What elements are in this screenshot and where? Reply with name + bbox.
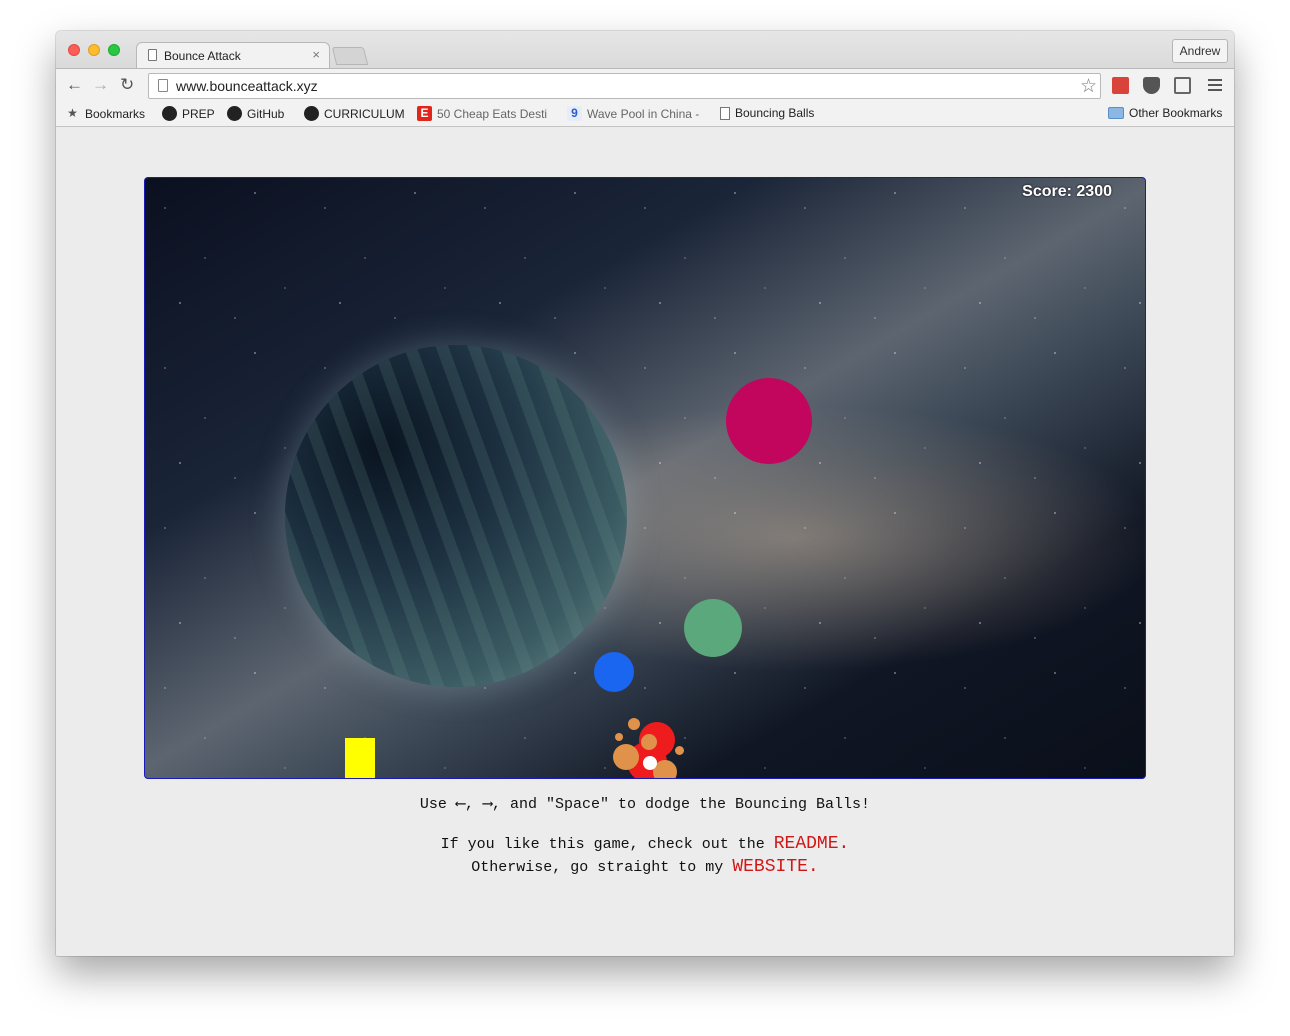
site-icon: 9 bbox=[567, 106, 582, 121]
page-icon bbox=[148, 49, 157, 61]
new-tab-button[interactable] bbox=[331, 47, 369, 65]
close-window-button[interactable] bbox=[68, 44, 80, 56]
bookmarks-bar: ★ Bookmarks PREP GitHub CURRICULUM E 50 … bbox=[56, 102, 1234, 127]
profile-button[interactable]: Andrew bbox=[1172, 39, 1228, 63]
reload-icon[interactable]: ↻ bbox=[120, 75, 134, 95]
pocket-icon[interactable] bbox=[1143, 77, 1160, 94]
tab-title: Bounce Attack bbox=[164, 49, 241, 63]
website-link[interactable]: WEBSITE. bbox=[732, 857, 818, 877]
star-icon: ★ bbox=[67, 106, 78, 120]
bookmark-bouncing-balls[interactable]: Bouncing Balls bbox=[720, 106, 814, 120]
bookmark-github[interactable]: GitHub bbox=[227, 106, 284, 121]
url-text[interactable]: www.bounceattack.xyz bbox=[176, 78, 318, 94]
bookmark-star-icon[interactable]: ☆ bbox=[1080, 75, 1097, 98]
links-section: If you like this game, check out the REA… bbox=[56, 833, 1234, 879]
page-content: Score: 2300 Use ⟵, ⟶, and "Space" to dod… bbox=[56, 128, 1234, 956]
address-bar[interactable]: www.bounceattack.xyz ☆ bbox=[148, 73, 1101, 99]
player-block bbox=[345, 738, 375, 778]
bookmarks-apps[interactable]: ★ Bookmarks bbox=[65, 106, 145, 121]
score-display: Score: 2300 bbox=[1022, 183, 1112, 200]
github-icon bbox=[304, 106, 319, 121]
browser-window: Bounce Attack × Andrew ← → ↻ www.bouncea… bbox=[56, 31, 1234, 956]
tab-bounce-attack[interactable]: Bounce Attack × bbox=[136, 42, 330, 68]
tab-close-icon[interactable]: × bbox=[312, 47, 320, 62]
page-icon bbox=[720, 106, 730, 120]
game-canvas[interactable]: Score: 2300 bbox=[144, 177, 1146, 779]
bookmark-wave-pool[interactable]: 9 Wave Pool in China - bbox=[567, 106, 699, 121]
folder-icon bbox=[1108, 107, 1124, 119]
bookmark-cheap-eats[interactable]: E 50 Cheap Eats Desti bbox=[417, 106, 547, 121]
github-icon bbox=[162, 106, 177, 121]
readme-link[interactable]: README. bbox=[774, 834, 850, 854]
magenta-ball bbox=[726, 378, 812, 464]
back-icon[interactable]: ← bbox=[66, 75, 83, 95]
bookmark-curriculum[interactable]: CURRICULUM bbox=[304, 106, 405, 121]
cast-icon[interactable] bbox=[1174, 77, 1191, 94]
green-ball bbox=[684, 599, 742, 657]
website-line: Otherwise, go straight to my WEBSITE. bbox=[471, 857, 819, 877]
menu-icon[interactable] bbox=[1208, 79, 1222, 94]
forward-icon[interactable]: → bbox=[92, 75, 109, 95]
github-icon bbox=[227, 106, 242, 121]
bookmark-extension-icon[interactable] bbox=[1112, 77, 1129, 94]
other-bookmarks[interactable]: Other Bookmarks bbox=[1108, 106, 1222, 120]
minimize-window-button[interactable] bbox=[88, 44, 100, 56]
toolbar: ← → ↻ www.bounceattack.xyz ☆ bbox=[56, 68, 1234, 102]
readme-line: If you like this game, check out the REA… bbox=[440, 834, 850, 854]
planet-image bbox=[285, 345, 627, 687]
eater-icon: E bbox=[417, 106, 432, 121]
maximize-window-button[interactable] bbox=[108, 44, 120, 56]
page-icon bbox=[158, 79, 168, 92]
bookmark-prep[interactable]: PREP bbox=[162, 106, 215, 121]
instructions-text: Use ⟵, ⟶, and "Space" to dodge the Bounc… bbox=[419, 796, 871, 813]
tab-strip: Bounce Attack × Andrew bbox=[56, 31, 1234, 68]
blue-ball bbox=[594, 652, 634, 692]
